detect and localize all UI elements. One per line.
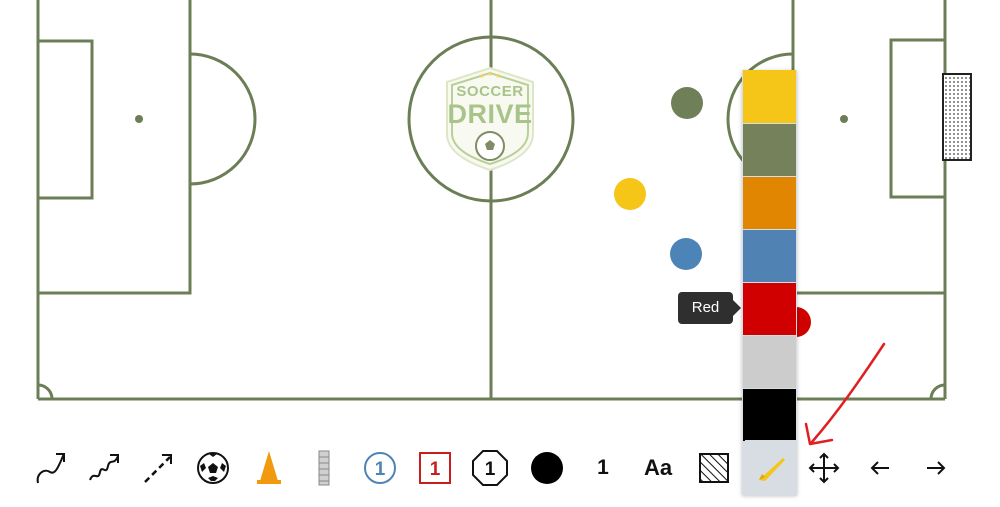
curved-arrow-tool[interactable] (27, 440, 75, 496)
swatch-light-gray[interactable] (743, 336, 796, 388)
move-tool[interactable] (800, 440, 848, 496)
swatch-red[interactable] (743, 283, 796, 335)
number-tool-label: 1 (597, 456, 609, 479)
dashed-arrow-icon (144, 454, 172, 483)
redo-tool[interactable] (912, 440, 960, 496)
circle-number-icon: 1 (364, 452, 396, 484)
undo-tool[interactable] (856, 440, 904, 496)
arrow-right-icon (927, 461, 946, 475)
square-number-label: 1 (430, 459, 441, 480)
curved-arrow-icon (36, 453, 65, 484)
move-icon (808, 452, 840, 484)
text-tool-label: Aa (643, 455, 673, 480)
tool-bar: 1 1 1 1 Aa (0, 440, 1000, 500)
ball-tool[interactable] (189, 440, 237, 496)
dribble-arrow-tool[interactable] (80, 440, 128, 496)
swatch-blue[interactable] (743, 230, 796, 282)
player-square-tool[interactable]: 1 (411, 440, 459, 496)
olive-player-dot[interactable] (671, 87, 703, 119)
octagon-number-label: 1 (485, 459, 496, 480)
square-number-icon: 1 (419, 452, 451, 484)
filled-circle-icon (531, 452, 563, 484)
color-tooltip: Red (678, 292, 733, 324)
wavy-arrow-icon (89, 454, 119, 481)
dot-tool[interactable] (523, 440, 571, 496)
cone-tool[interactable] (245, 440, 293, 496)
number-tool[interactable]: 1 (579, 440, 627, 496)
octagon-number-icon: 1 (472, 450, 508, 486)
blue-player-dot[interactable] (670, 238, 702, 270)
player-octagon-tool[interactable]: 1 (466, 440, 514, 496)
dashed-arrow-tool[interactable] (134, 440, 182, 496)
soccer-ball-icon (197, 452, 229, 484)
pen-icon (759, 458, 785, 481)
area-tool[interactable] (690, 440, 738, 496)
tooltip-arrow (733, 300, 741, 316)
circle-number-label: 1 (375, 459, 386, 480)
swatch-black[interactable] (743, 389, 796, 441)
arrow-left-icon (870, 461, 889, 475)
cone-icon (257, 451, 281, 484)
hatched-square-icon (699, 453, 729, 483)
annotation-arrow (804, 342, 886, 446)
ladder-tool[interactable] (300, 440, 348, 496)
player-circle-tool[interactable]: 1 (356, 440, 404, 496)
ladder-icon (318, 450, 330, 486)
text-tool[interactable]: Aa (634, 440, 682, 496)
color-tool[interactable] (745, 440, 797, 496)
swatch-olive[interactable] (743, 124, 796, 176)
swatch-orange[interactable] (743, 177, 796, 229)
yellow-player-dot[interactable] (614, 178, 646, 210)
swatch-yellow[interactable] (743, 70, 796, 123)
color-palette (742, 70, 797, 495)
